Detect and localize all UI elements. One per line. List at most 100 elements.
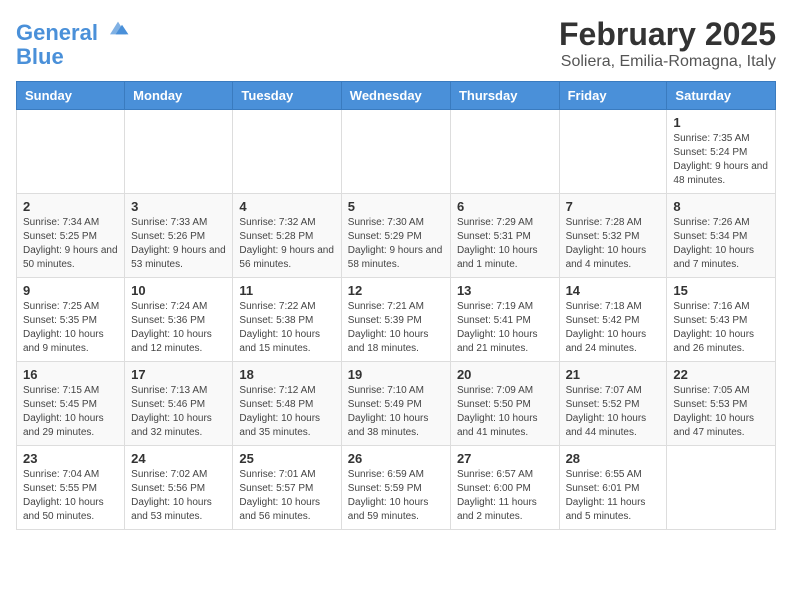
calendar-cell: 15 Sunrise: 7:16 AM Sunset: 5:43 PM Dayli… bbox=[667, 278, 776, 362]
day-info: Sunrise: 7:26 AM Sunset: 5:34 PM Dayligh… bbox=[673, 216, 769, 272]
day-info: Sunrise: 7:02 AM Sunset: 5:56 PM Dayligh… bbox=[131, 468, 226, 524]
calendar-cell: 20 Sunrise: 7:09 AM Sunset: 5:50 PM Dayli… bbox=[450, 362, 559, 446]
weekday-header-cell: Thursday bbox=[450, 82, 559, 110]
day-number: 28 bbox=[566, 451, 661, 466]
weekday-header-cell: Monday bbox=[125, 82, 233, 110]
day-number: 16 bbox=[23, 367, 118, 382]
calendar-cell: 12 Sunrise: 7:21 AM Sunset: 5:39 PM Dayli… bbox=[341, 278, 450, 362]
calendar-cell: 26 Sunrise: 6:59 AM Sunset: 5:59 PM Dayli… bbox=[341, 446, 450, 530]
day-info: Sunrise: 7:05 AM Sunset: 5:53 PM Dayligh… bbox=[673, 384, 769, 440]
day-info: Sunrise: 7:25 AM Sunset: 5:35 PM Dayligh… bbox=[23, 300, 118, 356]
title-block: February 2025 Soliera, Emilia-Romagna, I… bbox=[559, 16, 776, 71]
calendar-cell: 18Sunrise: 7:12 AM Sunset: 5:48 PM Dayli… bbox=[233, 362, 341, 446]
calendar-cell bbox=[233, 110, 341, 194]
calendar-cell: 17Sunrise: 7:13 AM Sunset: 5:46 PM Dayli… bbox=[125, 362, 233, 446]
day-info: Sunrise: 7:04 AM Sunset: 5:55 PM Dayligh… bbox=[23, 468, 118, 524]
logo-text: General bbox=[16, 16, 130, 45]
day-info: Sunrise: 7:07 AM Sunset: 5:52 PM Dayligh… bbox=[566, 384, 661, 440]
day-number: 4 bbox=[239, 199, 334, 214]
calendar-cell: 6 Sunrise: 7:29 AM Sunset: 5:31 PM Daylig… bbox=[450, 194, 559, 278]
calendar-cell: 27Sunrise: 6:57 AM Sunset: 6:00 PM Dayli… bbox=[450, 446, 559, 530]
day-number: 6 bbox=[457, 199, 553, 214]
calendar-cell: 9Sunrise: 7:25 AM Sunset: 5:35 PM Daylig… bbox=[17, 278, 125, 362]
day-number: 26 bbox=[348, 451, 444, 466]
logo-subtext: Blue bbox=[16, 45, 130, 69]
calendar-body: 1Sunrise: 7:35 AM Sunset: 5:24 PM Daylig… bbox=[17, 110, 776, 530]
day-number: 23 bbox=[23, 451, 118, 466]
calendar-cell bbox=[125, 110, 233, 194]
day-number: 19 bbox=[348, 367, 444, 382]
calendar-cell: 22Sunrise: 7:05 AM Sunset: 5:53 PM Dayli… bbox=[667, 362, 776, 446]
calendar-cell bbox=[667, 446, 776, 530]
calendar-cell: 8 Sunrise: 7:26 AM Sunset: 5:34 PM Daylig… bbox=[667, 194, 776, 278]
weekday-header-cell: Tuesday bbox=[233, 82, 341, 110]
calendar-cell bbox=[17, 110, 125, 194]
day-number: 5 bbox=[348, 199, 444, 214]
day-info: Sunrise: 6:59 AM Sunset: 5:59 PM Dayligh… bbox=[348, 468, 444, 524]
day-info: Sunrise: 7:24 AM Sunset: 5:36 PM Dayligh… bbox=[131, 300, 226, 356]
day-number: 15 bbox=[673, 283, 769, 298]
weekday-header-cell: Saturday bbox=[667, 82, 776, 110]
day-info: Sunrise: 7:18 AM Sunset: 5:42 PM Dayligh… bbox=[566, 300, 661, 356]
calendar-cell: 23 Sunrise: 7:04 AM Sunset: 5:55 PM Dayli… bbox=[17, 446, 125, 530]
calendar-cell: 5 Sunrise: 7:30 AM Sunset: 5:29 PM Daylig… bbox=[341, 194, 450, 278]
calendar-cell bbox=[341, 110, 450, 194]
weekday-header-row: SundayMondayTuesdayWednesdayThursdayFrid… bbox=[17, 82, 776, 110]
day-info: Sunrise: 7:33 AM Sunset: 5:26 PM Dayligh… bbox=[131, 216, 226, 272]
day-info: Sunrise: 7:22 AM Sunset: 5:38 PM Dayligh… bbox=[239, 300, 334, 356]
day-number: 7 bbox=[566, 199, 661, 214]
month-title: February 2025 bbox=[559, 16, 776, 53]
calendar-cell: 4Sunrise: 7:32 AM Sunset: 5:28 PM Daylig… bbox=[233, 194, 341, 278]
calendar-cell: 14Sunrise: 7:18 AM Sunset: 5:42 PM Dayli… bbox=[559, 278, 667, 362]
weekday-header-cell: Friday bbox=[559, 82, 667, 110]
page-header: General Blue February 2025 Soliera, Emil… bbox=[16, 16, 776, 71]
day-info: Sunrise: 7:16 AM Sunset: 5:43 PM Dayligh… bbox=[673, 300, 769, 356]
calendar-week-row: 9Sunrise: 7:25 AM Sunset: 5:35 PM Daylig… bbox=[17, 278, 776, 362]
location-title: Soliera, Emilia-Romagna, Italy bbox=[559, 53, 776, 71]
calendar-cell: 16 Sunrise: 7:15 AM Sunset: 5:45 PM Dayli… bbox=[17, 362, 125, 446]
calendar-table: SundayMondayTuesdayWednesdayThursdayFrid… bbox=[16, 81, 776, 530]
calendar-cell: 2Sunrise: 7:34 AM Sunset: 5:25 PM Daylig… bbox=[17, 194, 125, 278]
calendar-cell: 24 Sunrise: 7:02 AM Sunset: 5:56 PM Dayli… bbox=[125, 446, 233, 530]
day-number: 10 bbox=[131, 283, 226, 298]
calendar-cell bbox=[450, 110, 559, 194]
day-info: Sunrise: 7:30 AM Sunset: 5:29 PM Dayligh… bbox=[348, 216, 444, 272]
calendar-cell: 10 Sunrise: 7:24 AM Sunset: 5:36 PM Dayli… bbox=[125, 278, 233, 362]
calendar-cell: 28 Sunrise: 6:55 AM Sunset: 6:01 PM Dayli… bbox=[559, 446, 667, 530]
calendar-week-row: 2Sunrise: 7:34 AM Sunset: 5:25 PM Daylig… bbox=[17, 194, 776, 278]
day-number: 12 bbox=[348, 283, 444, 298]
calendar-cell bbox=[559, 110, 667, 194]
day-info: Sunrise: 7:28 AM Sunset: 5:32 PM Dayligh… bbox=[566, 216, 661, 272]
day-number: 17 bbox=[131, 367, 226, 382]
weekday-header-cell: Sunday bbox=[17, 82, 125, 110]
calendar-cell: 3 Sunrise: 7:33 AM Sunset: 5:26 PM Daylig… bbox=[125, 194, 233, 278]
day-number: 24 bbox=[131, 451, 226, 466]
day-number: 2 bbox=[23, 199, 118, 214]
calendar-cell: 1Sunrise: 7:35 AM Sunset: 5:24 PM Daylig… bbox=[667, 110, 776, 194]
day-number: 11 bbox=[239, 283, 334, 298]
day-info: Sunrise: 7:21 AM Sunset: 5:39 PM Dayligh… bbox=[348, 300, 444, 356]
day-info: Sunrise: 7:09 AM Sunset: 5:50 PM Dayligh… bbox=[457, 384, 553, 440]
day-number: 25 bbox=[239, 451, 334, 466]
day-info: Sunrise: 7:01 AM Sunset: 5:57 PM Dayligh… bbox=[239, 468, 334, 524]
logo: General Blue bbox=[16, 16, 130, 69]
day-info: Sunrise: 7:35 AM Sunset: 5:24 PM Dayligh… bbox=[673, 132, 769, 188]
day-number: 20 bbox=[457, 367, 553, 382]
calendar-cell: 11 Sunrise: 7:22 AM Sunset: 5:38 PM Dayli… bbox=[233, 278, 341, 362]
calendar-cell: 21Sunrise: 7:07 AM Sunset: 5:52 PM Dayli… bbox=[559, 362, 667, 446]
day-number: 13 bbox=[457, 283, 553, 298]
day-info: Sunrise: 7:29 AM Sunset: 5:31 PM Dayligh… bbox=[457, 216, 553, 272]
day-info: Sunrise: 7:15 AM Sunset: 5:45 PM Dayligh… bbox=[23, 384, 118, 440]
logo-icon bbox=[106, 16, 130, 40]
day-info: Sunrise: 6:57 AM Sunset: 6:00 PM Dayligh… bbox=[457, 468, 553, 524]
calendar-cell: 19 Sunrise: 7:10 AM Sunset: 5:49 PM Dayli… bbox=[341, 362, 450, 446]
calendar-week-row: 16 Sunrise: 7:15 AM Sunset: 5:45 PM Dayli… bbox=[17, 362, 776, 446]
day-info: Sunrise: 7:19 AM Sunset: 5:41 PM Dayligh… bbox=[457, 300, 553, 356]
day-info: Sunrise: 7:10 AM Sunset: 5:49 PM Dayligh… bbox=[348, 384, 444, 440]
day-number: 3 bbox=[131, 199, 226, 214]
day-info: Sunrise: 6:55 AM Sunset: 6:01 PM Dayligh… bbox=[566, 468, 661, 524]
calendar-cell: 13 Sunrise: 7:19 AM Sunset: 5:41 PM Dayli… bbox=[450, 278, 559, 362]
calendar-week-row: 23 Sunrise: 7:04 AM Sunset: 5:55 PM Dayli… bbox=[17, 446, 776, 530]
day-number: 8 bbox=[673, 199, 769, 214]
weekday-header-cell: Wednesday bbox=[341, 82, 450, 110]
